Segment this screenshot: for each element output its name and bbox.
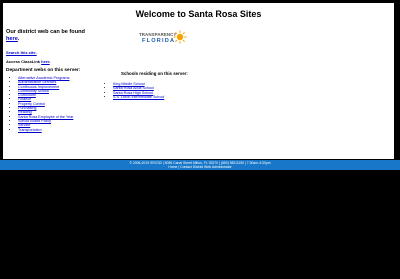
departments-list: Alternative Academic Programs Administra…	[11, 76, 73, 132]
page-title: Welcome to Santa Rosa Sites	[135, 9, 262, 19]
district-intro-text: Our district web can be found	[6, 29, 85, 35]
school-item[interactable]: S.S. Dixon Intermediate School	[113, 95, 164, 99]
logo-text-bottom: FLORIDA	[142, 38, 176, 44]
classlink-line: Access ClassLink here.	[6, 59, 51, 64]
content-panel: Welcome to Santa Rosa Sites Our district…	[3, 3, 394, 159]
classlink-link[interactable]: here	[41, 59, 49, 64]
footer-links: Home | Contact District Web Administrato…	[168, 164, 232, 169]
district-web-link[interactable]: here	[6, 36, 18, 42]
footer-contact-link[interactable]: Contact District Web Administrator	[180, 165, 232, 169]
search-site-link[interactable]: Search this site.	[6, 50, 37, 55]
footer-bar: © 2006-2019 SRCSD | 5086 Canal Street Mi…	[0, 160, 400, 170]
district-intro: Our district web can be found here.	[6, 29, 85, 42]
logo-text-top: TRANSPARENCY	[139, 32, 177, 37]
departments-heading: Department webs on this server:	[6, 68, 81, 73]
footer-home-link[interactable]: Home	[168, 165, 177, 169]
transparency-florida-logo[interactable]: TRANSPARENCY FLORIDA	[136, 29, 192, 49]
sun-icon	[173, 30, 187, 44]
classlink-prefix: Access ClassLink	[6, 59, 41, 64]
schools-list: King Middle School Santa Rosa Adult Scho…	[106, 82, 164, 99]
schools-heading: Schools residing on this server:	[121, 71, 188, 76]
department-item[interactable]: Transportation	[18, 128, 73, 132]
